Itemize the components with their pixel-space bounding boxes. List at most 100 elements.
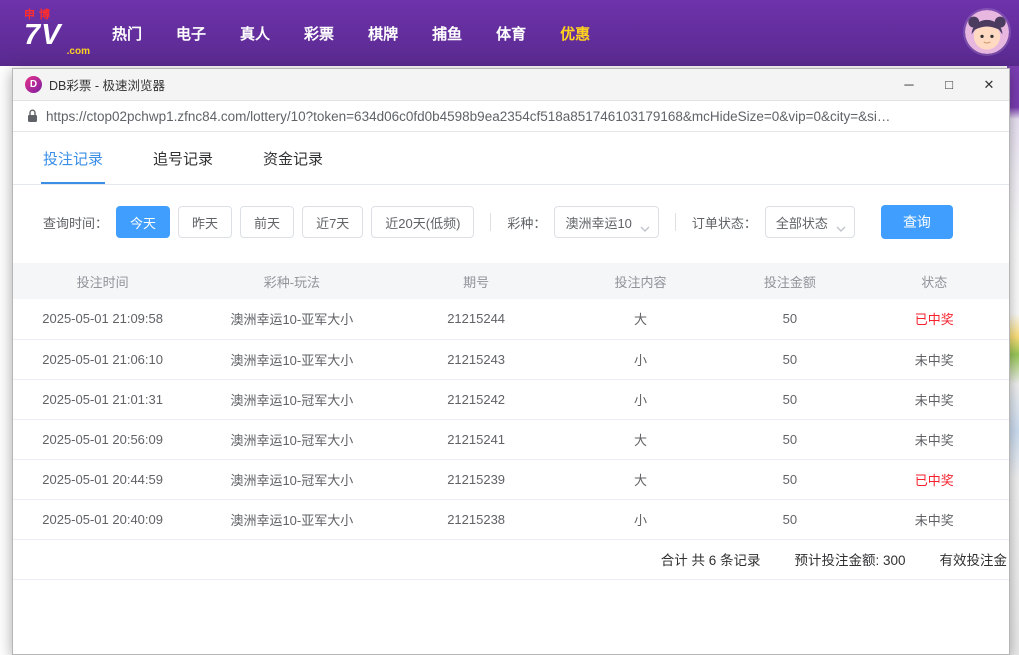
time-filter-label: 查询时间： <box>43 215 109 231</box>
site-topbar: 申博 7V .com 热门 电子 真人 彩票 棋牌 捕鱼 体育 优惠 <box>0 0 1019 66</box>
cell-game-play: 澳洲幸运10-亚军大小 <box>192 499 392 540</box>
cell-bet-content: 大 <box>560 419 721 460</box>
cell-issue: 21215238 <box>391 499 561 540</box>
status-filter-label: 订单状态： <box>691 215 757 231</box>
cell-bet-time: 2025-05-01 21:01:31 <box>13 379 193 420</box>
table-row: 2025-05-01 21:01:31 澳洲幸运10-冠军大小 21215242… <box>13 379 1009 420</box>
time-option-daybefore[interactable]: 前天 <box>240 206 295 238</box>
summary-valid-amount: 有效投注金 <box>939 553 1008 568</box>
site-logo[interactable]: 申博 7V .com <box>24 6 90 60</box>
cell-game-play: 澳洲幸运10-亚军大小 <box>192 339 392 380</box>
table-row: 2025-05-01 20:44:59 澳洲幸运10-冠军大小 21215239… <box>13 459 1009 500</box>
time-option-20days[interactable]: 近20天(低频) <box>371 206 475 238</box>
filter-divider-2 <box>674 213 676 231</box>
status-badge: 未中奖 <box>859 419 1009 460</box>
header-status: 状态 <box>859 263 1009 299</box>
table-header-row: 投注时间 彩种-玩法 期号 投注内容 投注金额 状态 <box>13 263 1009 299</box>
order-status-value: 全部状态 <box>775 215 828 231</box>
table-summary: 合计 共 6 条记录 预计投注金额: 300 有效投注金 <box>13 540 1009 580</box>
cell-bet-content: 小 <box>560 339 721 380</box>
header-issue: 期号 <box>391 263 561 299</box>
tab-fund-records[interactable]: 资金记录 <box>261 132 325 184</box>
bet-records-table: 投注时间 彩种-玩法 期号 投注内容 投注金额 状态 2025-05-01 21… <box>13 263 1009 540</box>
header-bet-amount: 投注金额 <box>720 263 860 299</box>
main-nav: 热门 电子 真人 彩票 棋牌 捕鱼 体育 优惠 <box>112 23 590 44</box>
nav-item-fishing[interactable]: 捕鱼 <box>432 23 462 44</box>
tab-chase-records[interactable]: 追号记录 <box>151 132 215 184</box>
window-controls: ─ □ ✕ <box>889 69 1009 101</box>
cell-bet-content: 大 <box>560 299 721 340</box>
cell-bet-amount: 50 <box>720 299 860 340</box>
time-option-7days[interactable]: 近7天 <box>302 206 364 238</box>
header-bet-time: 投注时间 <box>13 263 193 299</box>
user-avatar[interactable] <box>965 10 1009 54</box>
cell-bet-time: 2025-05-01 20:44:59 <box>13 459 193 500</box>
cell-game-play: 澳洲幸运10-冠军大小 <box>192 459 392 500</box>
time-option-today[interactable]: 今天 <box>116 206 171 238</box>
cell-bet-time: 2025-05-01 20:56:09 <box>13 419 193 460</box>
cell-issue: 21215244 <box>391 299 561 340</box>
table-row: 2025-05-01 21:06:10 澳洲幸运10-亚军大小 21215243… <box>13 339 1009 380</box>
cell-bet-amount: 50 <box>720 339 860 380</box>
cell-bet-content: 小 <box>560 499 721 540</box>
minimize-button[interactable]: ─ <box>889 69 929 101</box>
cell-bet-amount: 50 <box>720 419 860 460</box>
lottery-select-value: 澳洲幸运10 <box>565 215 632 231</box>
cell-issue: 21215242 <box>391 379 561 420</box>
cell-bet-time: 2025-05-01 21:06:10 <box>13 339 193 380</box>
cell-bet-content: 小 <box>560 379 721 420</box>
header-game-play: 彩种-玩法 <box>192 263 392 299</box>
nav-item-promos[interactable]: 优惠 <box>560 23 590 44</box>
window-title: DB彩票 - 极速浏览器 <box>49 79 165 93</box>
nav-item-live[interactable]: 真人 <box>240 23 270 44</box>
cell-bet-time: 2025-05-01 20:40:09 <box>13 499 193 540</box>
nav-item-hot[interactable]: 热门 <box>112 23 142 44</box>
cell-bet-amount: 50 <box>720 499 860 540</box>
cell-game-play: 澳洲幸运10-冠军大小 <box>192 419 392 460</box>
cell-bet-amount: 50 <box>720 379 860 420</box>
status-badge: 未中奖 <box>859 379 1009 420</box>
logo-main-text: 7V <box>24 19 62 51</box>
time-filter-group: 今天 昨天 前天 近7天 近20天(低频) <box>116 206 475 238</box>
time-option-yesterday[interactable]: 昨天 <box>178 206 233 238</box>
cell-bet-content: 大 <box>560 459 721 500</box>
header-bet-content: 投注内容 <box>560 263 721 299</box>
avatar-image <box>965 10 1009 54</box>
close-button[interactable]: ✕ <box>969 69 1009 101</box>
summary-total: 合计 共 6 条记录 <box>660 553 761 568</box>
status-badge: 已中奖 <box>859 459 1009 500</box>
summary-expected-amount: 预计投注金额: 300 <box>794 553 906 568</box>
query-button[interactable]: 查询 <box>880 205 953 239</box>
table-row: 2025-05-01 21:09:58 澳洲幸运10-亚军大小 21215244… <box>13 299 1009 340</box>
logo-suffix-text: .com <box>66 46 90 57</box>
tab-bet-records[interactable]: 投注记录 <box>41 132 106 184</box>
cell-bet-time: 2025-05-01 21:09:58 <box>13 299 193 340</box>
window-titlebar[interactable]: D DB彩票 - 极速浏览器 ─ □ ✕ <box>13 69 1009 101</box>
nav-item-sports[interactable]: 体育 <box>496 23 526 44</box>
nav-item-slots[interactable]: 电子 <box>176 23 206 44</box>
status-badge: 未中奖 <box>859 339 1009 380</box>
cell-bet-amount: 50 <box>720 459 860 500</box>
cell-issue: 21215239 <box>391 459 561 500</box>
url-bar[interactable]: https://ctop02pchwp1.zfnc84.com/lottery/… <box>13 101 1009 132</box>
lottery-filter-label: 彩种： <box>507 215 547 231</box>
page-content: 投注记录 追号记录 资金记录 查询时间： 今天 昨天 前天 近7天 近20天(低… <box>13 132 1009 654</box>
status-badge: 未中奖 <box>859 499 1009 540</box>
chevron-down-icon <box>836 220 846 235</box>
cell-game-play: 澳洲幸运10-亚军大小 <box>192 299 392 340</box>
url-text[interactable]: https://ctop02pchwp1.zfnc84.com/lottery/… <box>46 109 995 124</box>
cell-issue: 21215241 <box>391 419 561 460</box>
screen: 申博 7V .com 热门 电子 真人 彩票 棋牌 捕鱼 体育 优惠 D DB彩… <box>0 0 1019 655</box>
table-row: 2025-05-01 20:40:09 澳洲幸运10-亚军大小 21215238… <box>13 499 1009 540</box>
nav-item-cards[interactable]: 棋牌 <box>368 23 398 44</box>
lottery-select[interactable]: 澳洲幸运10 <box>554 206 659 238</box>
chevron-down-icon <box>640 220 650 235</box>
nav-item-lottery[interactable]: 彩票 <box>304 23 334 44</box>
cell-game-play: 澳洲幸运10-冠军大小 <box>192 379 392 420</box>
lock-icon[interactable] <box>27 109 38 123</box>
cell-issue: 21215243 <box>391 339 561 380</box>
filter-bar: 查询时间： 今天 昨天 前天 近7天 近20天(低频) 彩种： 澳洲幸运10 订… <box>13 185 1009 259</box>
maximize-button[interactable]: □ <box>929 69 969 101</box>
order-status-select[interactable]: 全部状态 <box>764 206 855 238</box>
browser-window: D DB彩票 - 极速浏览器 ─ □ ✕ https://ctop02pchwp… <box>12 68 1010 655</box>
